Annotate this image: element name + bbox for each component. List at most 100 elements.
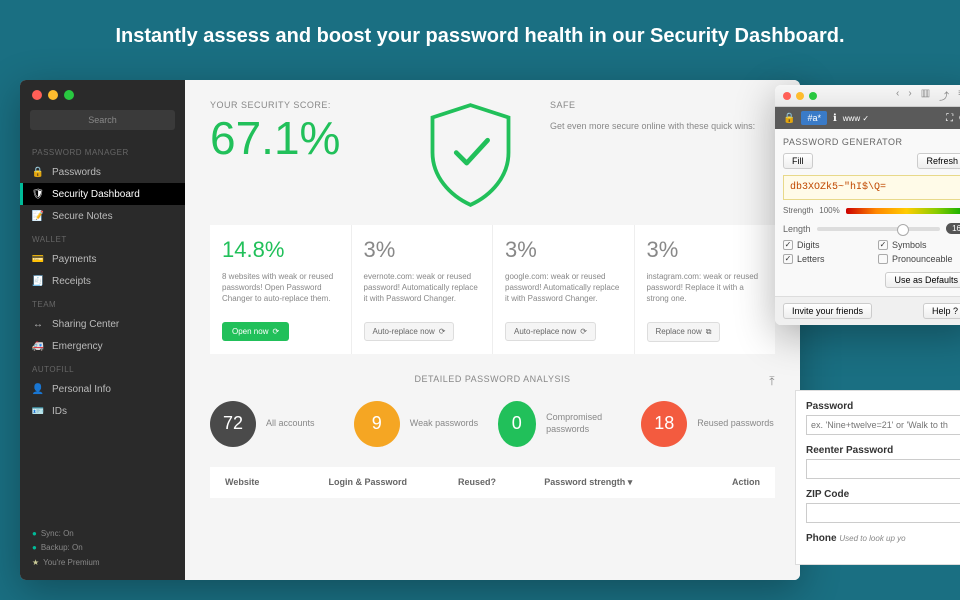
nav-panel-icon[interactable]: ▥ <box>918 88 933 103</box>
nav-back-icon[interactable]: ‹ <box>893 88 902 103</box>
generated-password[interactable]: db3XOZk5~"hI$\Q= <box>783 175 960 200</box>
id-icon: 🪪 <box>32 405 44 417</box>
refresh-button[interactable]: Refresh <box>917 153 960 169</box>
person-icon: 👤 <box>32 383 44 395</box>
card-percent: 14.8% <box>222 237 339 263</box>
sidebar-item-sharing[interactable]: ↔Sharing Center <box>20 313 185 335</box>
sidebar-item-ids[interactable]: 🪪IDs <box>20 400 185 422</box>
reenter-field[interactable] <box>806 459 960 479</box>
tab-generator[interactable]: #a* <box>801 111 827 125</box>
lock-icon: 🔒 <box>32 166 44 178</box>
password-field[interactable] <box>806 415 960 435</box>
emergency-icon: 🚑 <box>32 340 44 352</box>
col-website[interactable]: Website <box>225 477 329 488</box>
section-wallet: WALLET <box>20 227 185 248</box>
maximize-dot[interactable] <box>809 92 817 100</box>
sidebar-item-personal[interactable]: 👤 Personal Info <box>20 378 185 400</box>
generator-window: ‹ › ▥ ⤴ ≡ 🔒 #a* ℹ www ✓ ⛶ ⏻ PASSWORD GEN… <box>775 85 960 325</box>
phone-field-label: Phone <box>806 533 837 544</box>
main-panel: YOUR SECURITY SCORE: 67.1% SAFE Get even… <box>185 80 800 580</box>
close-dot[interactable] <box>783 92 791 100</box>
nav-fwd-icon[interactable]: › <box>905 88 914 103</box>
use-defaults-button[interactable]: Use as Defaults <box>885 272 960 288</box>
sidebar-item-label: Sharing Center <box>52 319 119 330</box>
length-slider[interactable] <box>817 227 941 231</box>
strength-value: 100% <box>819 206 839 215</box>
stat-label: All accounts <box>266 418 315 430</box>
analysis-title: DETAILED PASSWORD ANALYSIS <box>414 374 570 384</box>
sidebar-item-payments[interactable]: 💳Payments <box>20 248 185 270</box>
card-percent: 3% <box>505 237 622 263</box>
auto-replace-button[interactable]: Auto-replace now ⟳ <box>364 322 455 341</box>
card-desc: google.com: weak or reused password! Aut… <box>505 271 622 311</box>
www-icon[interactable]: www ✓ <box>843 114 869 123</box>
phone-hint: Used to look up yo <box>839 534 905 543</box>
col-reused[interactable]: Reused? <box>458 477 544 488</box>
open-now-button[interactable]: Open now ⟳ <box>222 322 289 341</box>
reenter-field-label: Reenter Password <box>806 445 960 456</box>
minimize-dot[interactable] <box>796 92 804 100</box>
sidebar-item-security[interactable]: 🛡Security Dashboard <box>20 183 185 205</box>
option-pronounceable[interactable]: Pronounceable <box>878 254 960 264</box>
minimize-dot[interactable] <box>48 90 58 100</box>
sidebar-item-label: Payments <box>52 254 96 265</box>
sidebar: Search PASSWORD MANAGER 🔒Passwords 🛡Secu… <box>20 80 185 580</box>
note-icon: 📝 <box>32 210 44 222</box>
sync-status: Sync: On <box>32 527 100 541</box>
card-desc: evernote.com: weak or reused password! A… <box>364 271 481 311</box>
option-symbols[interactable]: ✓Symbols <box>878 240 960 250</box>
stat-label: Reused passwords <box>697 418 774 430</box>
col-login[interactable]: Login & Password <box>329 477 458 488</box>
sidebar-item-receipts[interactable]: 🧾Receipts <box>20 270 185 292</box>
receipt-icon: 🧾 <box>32 275 44 287</box>
help-button[interactable]: Help ? <box>923 303 960 319</box>
stat-circle: 72 <box>210 401 256 447</box>
strength-bar <box>846 208 960 214</box>
password-field-label: Password <box>806 401 960 412</box>
card-desc: instagram.com: weak or reused password! … <box>647 271 764 311</box>
sidebar-item-label: Secure Notes <box>52 211 113 222</box>
sidebar-item-label: Personal Info <box>52 384 111 395</box>
card-0: 14.8% 8 websites with weak or reused pas… <box>210 225 351 354</box>
zip-field-label: ZIP Code <box>806 489 960 500</box>
expand-icon[interactable]: ⛶ <box>946 113 953 124</box>
sidebar-item-passwords[interactable]: 🔒Passwords <box>20 161 185 183</box>
zip-field[interactable] <box>806 503 960 523</box>
strength-label: Strength <box>783 206 813 215</box>
generator-title: PASSWORD GENERATOR <box>783 137 960 147</box>
stat-reused[interactable]: 18 Reused passwords <box>641 401 775 447</box>
option-digits[interactable]: ✓Digits <box>783 240 872 250</box>
maximize-dot[interactable] <box>64 90 74 100</box>
info-icon[interactable]: ℹ <box>833 113 837 124</box>
lock-icon[interactable]: 🔒 <box>783 113 795 124</box>
stat-all[interactable]: 72 All accounts <box>210 401 344 447</box>
stat-compromised[interactable]: 0 Compromised passwords <box>498 401 632 447</box>
fill-button[interactable]: Fill <box>783 153 813 169</box>
card-3: 3% instagram.com: weak or reused passwor… <box>635 225 776 354</box>
section-team: TEAM <box>20 292 185 313</box>
sidebar-item-notes[interactable]: 📝 Secure Notes <box>20 205 185 227</box>
search-input[interactable]: Search <box>30 110 175 130</box>
nav-menu-icon[interactable]: ≡ <box>955 88 960 103</box>
stat-label: Compromised passwords <box>546 412 631 435</box>
sidebar-item-label: Security Dashboard <box>52 189 140 200</box>
external-icon: ⧉ <box>706 327 712 337</box>
close-dot[interactable] <box>32 90 42 100</box>
sidebar-item-label: Emergency <box>52 341 103 352</box>
card-desc: 8 websites with weak or reused passwords… <box>222 271 339 311</box>
analysis-section: DETAILED PASSWORD ANALYSIS ⤒ 72 All acco… <box>210 374 775 498</box>
option-letters[interactable]: ✓Letters <box>783 254 872 264</box>
page-headline: Instantly assess and boost your password… <box>0 0 960 68</box>
safe-label: SAFE <box>550 100 775 110</box>
collapse-icon[interactable]: ⤒ <box>769 374 775 389</box>
invite-button[interactable]: Invite your friends <box>783 303 872 319</box>
col-strength[interactable]: Password strength ▾ <box>544 477 673 488</box>
signup-form-peek: Password Reenter Password ZIP Code Phone… <box>795 390 960 565</box>
replace-button[interactable]: Replace now ⧉ <box>647 322 721 342</box>
auto-replace-button[interactable]: Auto-replace now ⟳ <box>505 322 596 341</box>
backup-status: Backup: On <box>32 541 100 555</box>
sidebar-item-emergency[interactable]: 🚑 Emergency <box>20 335 185 357</box>
refresh-icon: ⟳ <box>580 327 587 336</box>
stat-weak[interactable]: 9 Weak passwords <box>354 401 488 447</box>
nav-impala-icon[interactable]: ⤴ <box>936 88 952 103</box>
